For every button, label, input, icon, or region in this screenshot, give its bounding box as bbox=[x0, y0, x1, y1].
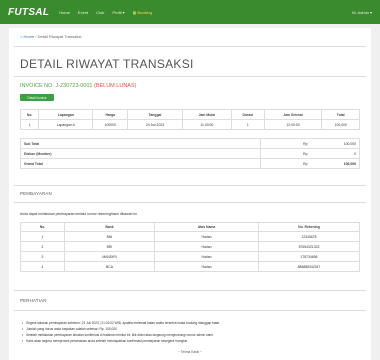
invoice-label: INVOICE NO. J-230723-0001 bbox=[20, 83, 93, 89]
breadcrumb: ⌂ Home / Detail Riwayat Transaksi bbox=[20, 34, 81, 39]
nav-link-home[interactable]: Home bbox=[59, 10, 70, 15]
table-row: 1 BNI Harlan 12345678 bbox=[20, 231, 360, 242]
nav-link-event[interactable]: Event bbox=[78, 10, 88, 15]
table-cell: Harlan bbox=[154, 251, 259, 262]
table-cell: Harlan bbox=[154, 261, 259, 272]
detail-invoice-button[interactable]: Detail Invoice bbox=[20, 94, 54, 101]
col-header: Atas Nama bbox=[154, 222, 259, 232]
summary-currency: Rp bbox=[260, 148, 311, 159]
table-cell: 12:00:00 bbox=[263, 119, 323, 130]
invoice-number: INVOICE NO. J-230723-0001 (BELUM LUNAS) bbox=[20, 83, 136, 89]
summary-currency: Rp bbox=[260, 138, 311, 149]
summary-value: 0 bbox=[310, 148, 360, 159]
brand-logo[interactable]: FUTSAL bbox=[8, 7, 49, 18]
table-cell: 11:00:00 bbox=[181, 119, 232, 130]
divider bbox=[14, 290, 366, 291]
table-row: 3 MANDIRI Harlan 178734656 bbox=[20, 251, 360, 262]
col-header: Lapangan bbox=[38, 109, 94, 120]
summary-currency: Rp bbox=[260, 158, 311, 169]
breadcrumb-current: Detail Riwayat Transaksi bbox=[37, 34, 82, 39]
breadcrumb-home[interactable]: ⌂ Home bbox=[20, 34, 34, 39]
user-menu[interactable]: Hi, Admin ▾ bbox=[352, 10, 372, 15]
col-header: Total bbox=[321, 109, 360, 120]
col-header: Durasi bbox=[230, 109, 265, 120]
attention-list: Segera lakukan pembayaran sebelum: 23 Ju… bbox=[22, 320, 362, 344]
table-cell: BCA bbox=[64, 261, 155, 272]
col-header: Bank bbox=[64, 222, 155, 232]
nav-link-booking[interactable]: ▦ Booking bbox=[133, 10, 152, 15]
divider bbox=[14, 310, 366, 311]
summary-label: Grand Total bbox=[20, 158, 261, 169]
col-header: Jam Selesai bbox=[263, 109, 323, 120]
top-navbar: FUTSAL Home Event Club Profil ▾ ▦ Bookin… bbox=[0, 0, 380, 24]
col-header: Jam Mulai bbox=[181, 109, 232, 120]
summary-value: 100,000 bbox=[310, 158, 360, 169]
col-header: Harga bbox=[92, 109, 129, 120]
table-row: 4 BCA Harlan 888888342347 bbox=[20, 261, 360, 272]
table-cell: 24 Juli 2023 bbox=[127, 119, 183, 130]
table-cell: 100,000 bbox=[321, 119, 360, 130]
table-cell: 100000 bbox=[92, 119, 129, 130]
summary-label: Diskon (Member) bbox=[20, 148, 261, 159]
summary-row-subtotal: Sub Total Rp 100,000 bbox=[20, 138, 360, 149]
payment-section-title: PEMBAYARAN bbox=[20, 191, 52, 196]
summary-value: 100,000 bbox=[310, 138, 360, 149]
table-header-row: No. Lapangan Harga Tanggal Jam Mulai Dur… bbox=[19, 109, 360, 120]
table-cell: 888888342347 bbox=[258, 261, 360, 272]
table-cell: BRI bbox=[64, 241, 155, 252]
summary-label: Sub Total bbox=[20, 138, 261, 149]
divider bbox=[14, 202, 366, 203]
table-header-row: No. Bank Atas Nama No. Rekening bbox=[20, 222, 360, 232]
table-cell: Harlan bbox=[154, 241, 259, 252]
summary-table: Sub Total Rp 100,000 Diskon (Member) Rp … bbox=[20, 138, 360, 169]
table-cell: BNI bbox=[64, 231, 155, 242]
summary-row-discount: Diskon (Member) Rp 0 bbox=[20, 148, 360, 159]
page-title: DETAIL RIWAYAT TRANSAKSI bbox=[20, 57, 194, 71]
breadcrumb-separator: / bbox=[35, 34, 37, 39]
divider bbox=[14, 46, 366, 47]
booking-label: Booking bbox=[137, 9, 152, 15]
divider bbox=[14, 76, 366, 77]
bank-account-table: No. Bank Atas Nama No. Rekening 1 BNI Ha… bbox=[20, 222, 360, 272]
table-cell: 1 bbox=[19, 119, 40, 130]
table-cell: 3 bbox=[20, 251, 65, 262]
table-cell: 178734656 bbox=[258, 251, 360, 262]
nav-link-profil[interactable]: Profil ▾ bbox=[112, 10, 124, 15]
table-row: 1 Lapangan A 100000 24 Juli 2023 11:00:0… bbox=[19, 119, 360, 130]
col-header: No. bbox=[19, 109, 40, 120]
table-cell: 1 bbox=[230, 119, 265, 130]
col-header: Tanggal bbox=[127, 109, 183, 120]
divider bbox=[14, 185, 366, 186]
table-cell: Harlan bbox=[154, 231, 259, 242]
list-item: Kami akan segera memproses pemesanan and… bbox=[22, 338, 362, 344]
summary-row-grand-total: Grand Total Rp 100,000 bbox=[20, 158, 360, 169]
attention-section-title: PERHATIAN bbox=[20, 298, 47, 303]
col-header: No. Rekening bbox=[258, 222, 360, 232]
col-header: No. bbox=[20, 222, 65, 232]
breadcrumb-home-label: Home bbox=[23, 34, 35, 39]
nav-link-club[interactable]: Club bbox=[96, 10, 104, 15]
table-row: 2 BRI Harlan 87654321323 bbox=[20, 241, 360, 252]
table-cell: 4 bbox=[20, 261, 65, 272]
table-cell: 12345678 bbox=[258, 231, 360, 242]
closing-message: ~ Terima Kasih ~ bbox=[178, 350, 202, 354]
table-cell: MANDIRI bbox=[64, 251, 155, 262]
booking-detail-table: No. Lapangan Harga Tanggal Jam Mulai Dur… bbox=[19, 109, 360, 130]
invoice-status: (BELUM LUNAS) bbox=[93, 83, 137, 89]
table-cell: 87654321323 bbox=[258, 241, 360, 252]
table-cell: 2 bbox=[20, 241, 65, 252]
payment-note: Anda dapat melakukan pembayaran melalui … bbox=[20, 212, 138, 216]
table-cell: Lapangan A bbox=[38, 119, 94, 130]
table-cell: 1 bbox=[20, 231, 65, 242]
